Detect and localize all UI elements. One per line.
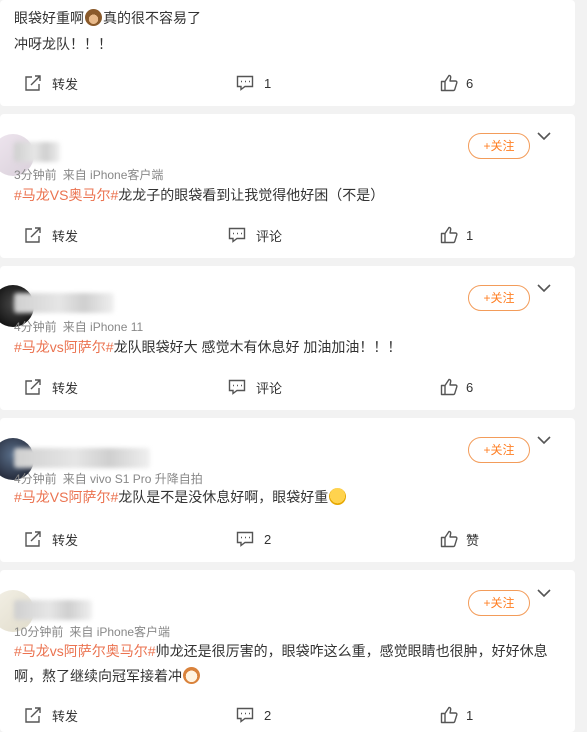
- like-button[interactable]: 6: [440, 375, 473, 399]
- share-button[interactable]: 转发: [24, 71, 78, 95]
- comment-card: 3分钟前 来自 iPhone客户端 +关注 #马龙VS奥马尔#龙龙子的眼袋看到让我…: [0, 114, 575, 258]
- comment-card: 4分钟前 来自 iPhone 11 +关注 #马龙vs阿萨尔#龙队眼袋好大 感觉木…: [0, 266, 575, 410]
- username[interactable]: [14, 293, 114, 313]
- username[interactable]: [14, 600, 92, 620]
- follow-button[interactable]: +关注: [468, 133, 530, 159]
- comment-text: 眼袋好重啊 真的很不容易了: [14, 9, 201, 26]
- comment-icon: [236, 530, 254, 548]
- comment-text: #马龙vs阿萨尔#龙队眼袋好大 感觉木有休息好 加油加油！！！: [14, 339, 402, 355]
- laughing-tears-emoji: [329, 488, 347, 505]
- action-bar: 转发 评论 6: [0, 375, 575, 399]
- follow-button[interactable]: +关注: [468, 590, 530, 616]
- share-icon: [24, 706, 42, 724]
- thumbs-up-icon: [440, 706, 458, 724]
- comment-button[interactable]: 2: [236, 527, 271, 551]
- share-icon: [24, 74, 42, 92]
- username[interactable]: [14, 448, 150, 468]
- hashtag-link[interactable]: #马龙VS奥马尔#: [14, 187, 118, 203]
- comment-card: 4分钟前 来自 vivo S1 Pro 升降自拍 +关注 #马龙VS阿萨尔#龙队是…: [0, 418, 575, 562]
- comment-button[interactable]: 评论: [228, 375, 282, 399]
- hashtag-link[interactable]: #马龙VS阿萨尔#: [14, 489, 118, 505]
- see-no-evil-monkey-emoji: [85, 9, 102, 26]
- chevron-down-icon[interactable]: [537, 131, 551, 141]
- comment-meta: 10分钟前 来自 iPhone客户端: [14, 625, 171, 639]
- comment-icon: [228, 226, 246, 244]
- chevron-down-icon[interactable]: [537, 283, 551, 293]
- comment-icon: [236, 74, 254, 92]
- thumbs-up-icon: [440, 530, 458, 548]
- comment-button[interactable]: 1: [236, 71, 271, 95]
- action-bar: 转发 1 6: [0, 71, 575, 95]
- comment-text-line-2: 啊，熬了继续向冠军接着冲: [14, 664, 574, 688]
- hashtag-link[interactable]: #马龙vs阿萨尔奥马尔#: [14, 643, 156, 659]
- username[interactable]: [14, 142, 60, 162]
- chevron-down-icon[interactable]: [537, 435, 551, 445]
- share-icon: [24, 378, 42, 396]
- share-button[interactable]: 转发: [24, 527, 78, 551]
- like-button[interactable]: 赞: [440, 527, 479, 551]
- follow-button[interactable]: +关注: [468, 285, 530, 311]
- dog-emoji: [183, 667, 200, 684]
- thumbs-up-icon: [440, 226, 458, 244]
- comment-card: 10分钟前 来自 iPhone客户端 +关注 #马龙vs阿萨尔奥马尔#帅龙还是很厉…: [0, 570, 575, 732]
- comment-text: #马龙VS阿萨尔#龙队是不是没休息好啊，眼袋好重: [14, 485, 574, 509]
- hashtag-link[interactable]: #马龙vs阿萨尔#: [14, 339, 114, 355]
- comment-card: 眼袋好重啊 真的很不容易了 冲呀龙队！！！ 转发 1 6: [0, 0, 575, 106]
- share-button[interactable]: 转发: [24, 375, 78, 399]
- comment-text-line-2: 冲呀龙队！！！: [14, 36, 112, 52]
- share-icon: [24, 226, 42, 244]
- comment-meta: 4分钟前 来自 iPhone 11: [14, 320, 144, 334]
- comment-button[interactable]: 评论: [228, 223, 282, 247]
- action-bar: 转发 评论 1: [0, 223, 575, 247]
- chevron-down-icon[interactable]: [537, 588, 551, 598]
- action-bar: 转发 2 赞: [0, 527, 575, 551]
- comment-text: #马龙VS奥马尔#龙龙子的眼袋看到让我觉得他好困（不是）: [14, 187, 385, 203]
- action-bar: 转发 2 1: [0, 703, 575, 727]
- comment-button[interactable]: 2: [236, 703, 271, 727]
- thumbs-up-icon: [440, 74, 458, 92]
- follow-button[interactable]: +关注: [468, 437, 530, 463]
- share-button[interactable]: 转发: [24, 703, 78, 727]
- share-button[interactable]: 转发: [24, 223, 78, 247]
- comment-icon: [228, 378, 246, 396]
- scrollbar-track[interactable]: [575, 0, 587, 732]
- like-button[interactable]: 1: [440, 703, 473, 727]
- like-button[interactable]: 1: [440, 223, 473, 247]
- comment-text: #马龙vs阿萨尔奥马尔#帅龙还是很厉害的，眼袋咋这么重，感觉眼睛也很肿，好好休息: [14, 643, 548, 659]
- like-button[interactable]: 6: [440, 71, 473, 95]
- comment-icon: [236, 706, 254, 724]
- comment-meta: 3分钟前 来自 iPhone客户端: [14, 168, 164, 182]
- thumbs-up-icon: [440, 378, 458, 396]
- share-icon: [24, 530, 42, 548]
